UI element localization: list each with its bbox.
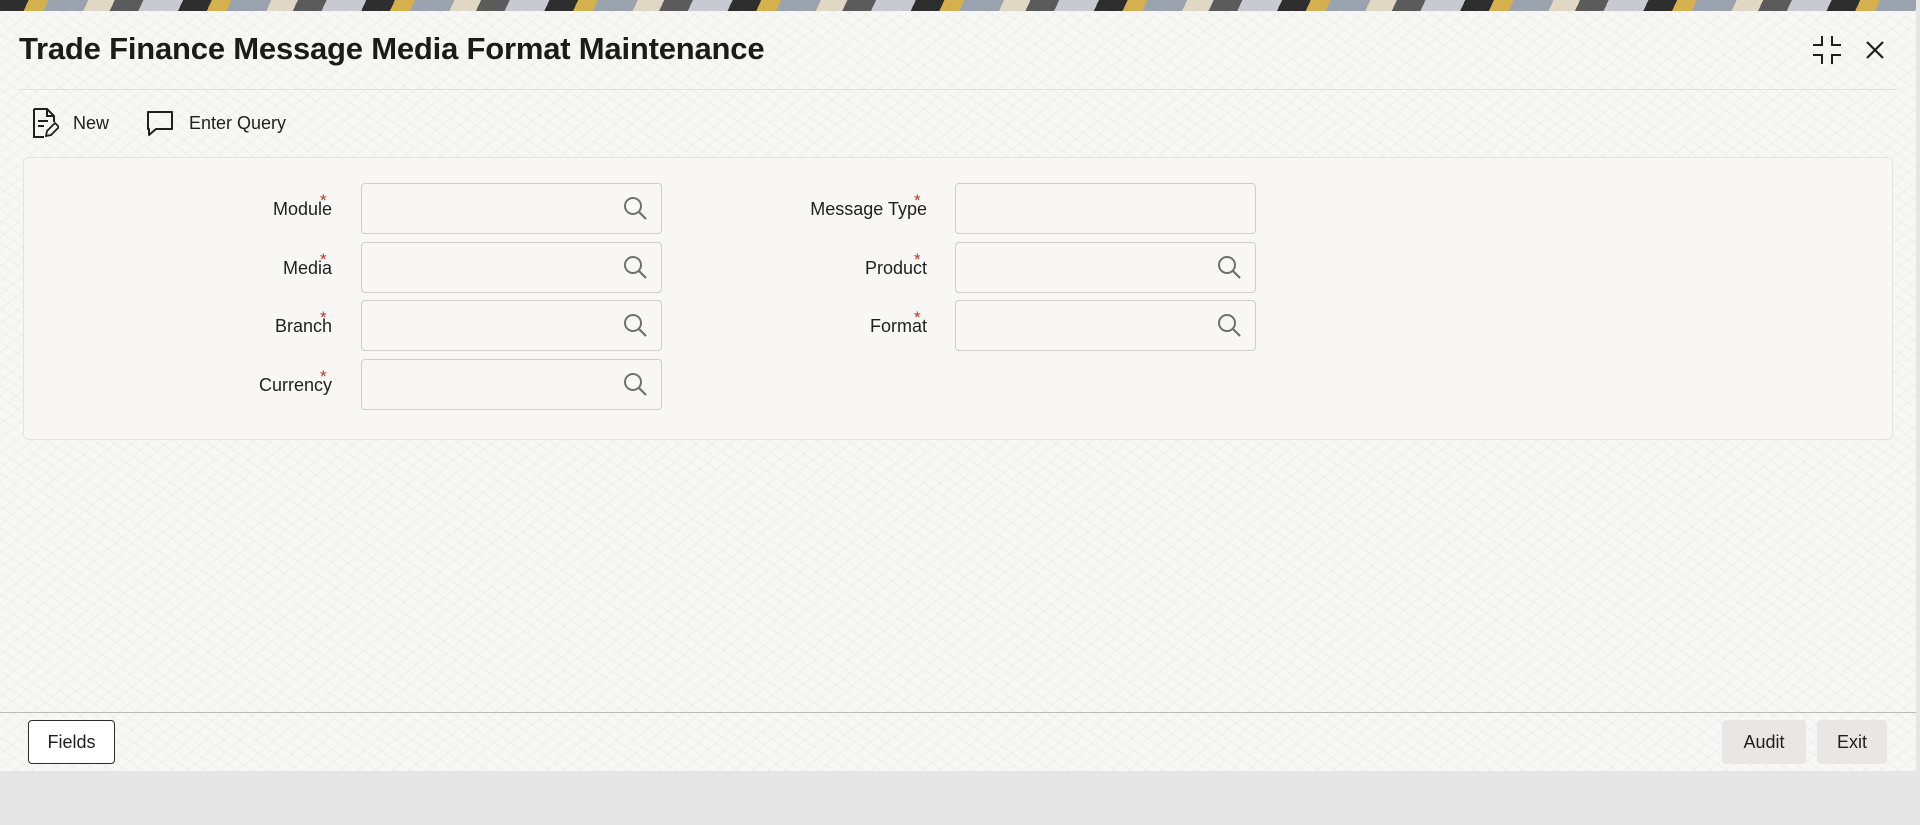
new-button[interactable]: New (31, 106, 109, 140)
collapse-button[interactable] (1810, 33, 1844, 67)
audit-button[interactable]: Audit (1722, 720, 1806, 764)
media-search-icon[interactable] (622, 254, 648, 280)
media-required-marker: * (320, 250, 327, 269)
branch-search-icon[interactable] (622, 312, 648, 338)
format-search-icon[interactable] (1216, 312, 1242, 338)
new-document-icon (33, 108, 59, 138)
product-required-marker: * (914, 250, 921, 269)
branch-required-marker: * (320, 308, 327, 327)
message-type-input[interactable] (955, 183, 1256, 234)
currency-search-icon[interactable] (622, 371, 648, 397)
page-title: Trade Finance Message Media Format Maint… (19, 31, 765, 66)
media-input[interactable] (361, 242, 662, 293)
enter-query-button[interactable]: Enter Query (145, 106, 286, 140)
module-search-icon[interactable] (622, 195, 648, 221)
new-button-label: New (73, 112, 110, 133)
product-search-icon[interactable] (1216, 254, 1242, 280)
exit-button[interactable]: Exit (1817, 720, 1887, 764)
product-input[interactable] (955, 242, 1256, 293)
footer-divider (0, 712, 1916, 713)
close-icon (1866, 41, 1884, 59)
module-input[interactable] (361, 183, 662, 234)
maintenance-window: Trade Finance Message Media Format Maint… (0, 0, 1916, 771)
chat-bubble-icon (147, 111, 173, 136)
close-button[interactable] (1858, 33, 1892, 67)
message-type-required-marker: * (914, 191, 921, 210)
fields-button[interactable]: Fields (28, 720, 115, 764)
form-panel: Module * Media * Branch * Currency * Mes… (23, 157, 1893, 440)
message-type-label: Message Type (810, 199, 927, 219)
format-input[interactable] (955, 300, 1256, 351)
currency-required-marker: * (320, 367, 327, 386)
branch-input[interactable] (361, 300, 662, 351)
title-divider (19, 89, 1897, 90)
module-required-marker: * (320, 191, 327, 210)
decorative-header-strip (0, 0, 1916, 11)
collapse-icon (1813, 36, 1841, 64)
format-required-marker: * (914, 308, 921, 327)
currency-input[interactable] (361, 359, 662, 410)
enter-query-label: Enter Query (189, 112, 287, 133)
